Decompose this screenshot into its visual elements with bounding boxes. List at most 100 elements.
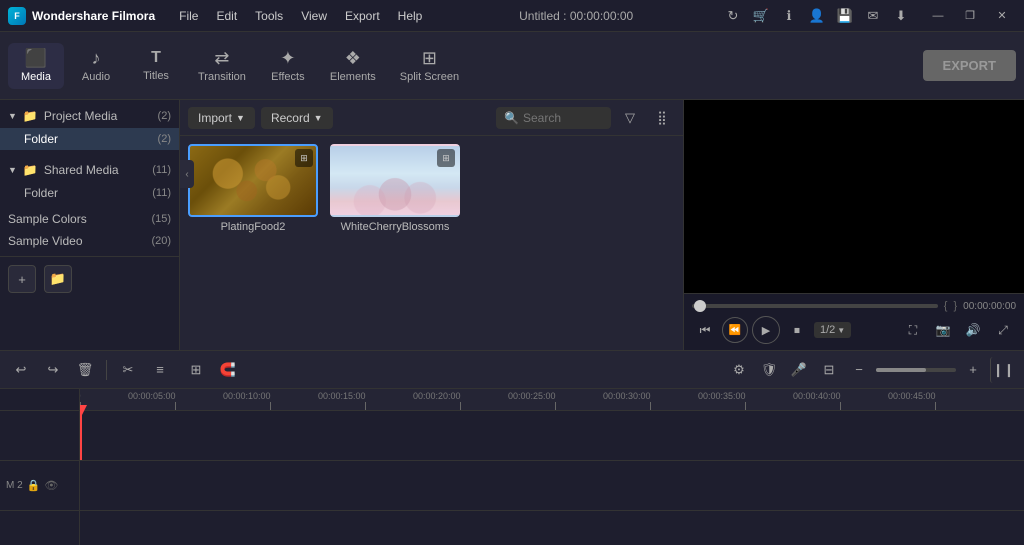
preview-controls: { } 00:00:00:00 ⏮ ⏪ ▶ ⏹ 1/2 ▼ ⛶ 📷 🔊 ⤢ [684,293,1024,350]
import-label: Import [198,111,232,125]
prev-frame-button[interactable]: ⏮ [692,317,718,343]
chevron-down-icon: ▼ [8,111,17,121]
shield-icon[interactable]: 🛡 [756,357,782,383]
export-button[interactable]: EXPORT [923,50,1016,81]
filter-button[interactable]: ▽ [617,105,643,131]
mail-icon[interactable]: ✉ [862,5,884,27]
shared-media-count: (11) [152,164,171,176]
shared-media-label: Shared Media [44,163,119,177]
lock-icon[interactable]: 🔒 [27,479,41,492]
overlay-icon[interactable]: ⊟ [816,357,842,383]
zoom-out-icon[interactable]: − [846,357,872,383]
step-back-button[interactable]: ⏪ [722,317,748,343]
food-thumbnail[interactable]: ⊞ [188,144,318,217]
shared-folder-label: Folder [24,186,58,200]
new-folder-button[interactable]: 📁 [44,265,72,293]
redo-button[interactable]: ↪ [40,357,66,383]
media-toolbar: Import ▼ Record ▼ 🔍 ▽ ⣿ [180,100,683,136]
cherry-thumbnail[interactable]: ⊞ [330,144,460,217]
tab-titles[interactable]: T Titles [128,44,184,88]
media-label: Media [21,71,51,83]
info-icon[interactable]: ℹ [778,5,800,27]
sidebar-group-shared: ▼ 📁 Shared Media (11) Folder (11) [0,154,179,208]
sync-icon[interactable]: ↻ [722,5,744,27]
menu-view[interactable]: View [293,6,335,26]
volume-button[interactable]: 🔊 [960,317,986,343]
eye-icon[interactable]: 👁 [44,479,58,492]
cart-icon[interactable]: 🛒 [750,5,772,27]
search-input[interactable] [523,111,603,125]
minimize-button[interactable]: — [924,6,952,26]
download-icon[interactable]: ⬇ [890,5,912,27]
more-tools-button[interactable]: ≡ [147,357,173,383]
maximize-button[interactable]: ❐ [956,6,984,26]
menu-export[interactable]: Export [337,6,388,26]
ruler-mark-4: 00:00:20:00 [460,402,461,410]
fullscreen-button[interactable]: ⛶ [900,317,926,343]
zoom-slider[interactable] [876,368,956,372]
import-dropdown[interactable]: Import ▼ [188,107,255,129]
add-media-button[interactable]: + [8,265,36,293]
media-item-food[interactable]: ⊞ PlatingFood2 [188,144,318,342]
menu-edit[interactable]: Edit [208,6,245,26]
undo-button[interactable]: ↩ [8,357,34,383]
tab-elements[interactable]: ❖ Elements [320,43,386,89]
grid-view-button[interactable]: ⣿ [649,105,675,131]
speed-selector[interactable]: 1/2 ▼ [814,322,851,338]
stop-button[interactable]: ⏹ [784,317,810,343]
media-icon: ⬛ [25,49,47,67]
record-dropdown[interactable]: Record ▼ [261,107,333,129]
play-button[interactable]: ▶ [752,316,780,344]
settings-icon[interactable]: ⚙ [726,357,752,383]
sidebar-actions: + 📁 [0,256,179,301]
zoom-track [876,368,956,372]
add-track-button[interactable]: ⊞ [183,357,209,383]
sidebar-item-folder-project[interactable]: Folder (2) [0,128,179,150]
media-item-cherry[interactable]: ⊞ WhiteCherryBlossoms [330,144,460,342]
sample-video-count: (20) [151,235,171,247]
tab-splitscreen[interactable]: ⊞ Split Screen [390,43,469,89]
menu-tools[interactable]: Tools [247,6,291,26]
sidebar-item-sample-video[interactable]: Sample Video (20) [0,230,179,252]
cherry-corner-icon: ⊞ [437,149,455,167]
titles-label: Titles [143,70,169,82]
folder-icon: 📁 [23,109,38,123]
zoom-fill [876,368,926,372]
sidebar-item-folder-shared[interactable]: Folder (11) [0,182,179,204]
tab-effects[interactable]: ✦ Effects [260,43,316,89]
snapshot-button[interactable]: 📷 [930,317,956,343]
delete-button[interactable]: 🗑 [72,357,98,383]
mic-icon[interactable]: 🎤 [786,357,812,383]
preview-bracket-open: { [944,300,948,312]
splitscreen-icon: ⊞ [422,49,437,67]
user-icon[interactable]: 👤 [806,5,828,27]
tab-transition[interactable]: ⇄ Transition [188,43,256,89]
ruler-mark-7: 00:00:35:00 [745,402,746,410]
track-num: M 2 [6,480,23,491]
search-box: 🔍 [496,107,611,129]
cut-button[interactable]: ✂ [115,357,141,383]
ruler-mark-1: 00:00:05:00 [175,402,176,410]
sidebar-group-shared-header[interactable]: ▼ 📁 Shared Media (11) [0,158,179,182]
track-labels: M 2 🔒 👁 [0,389,80,545]
tab-media[interactable]: ⬛ Media [8,43,64,89]
media-grid: ⊞ PlatingFood2 ⊞ WhiteCherryBlossoms [180,136,683,350]
playhead[interactable] [80,411,82,460]
menu-file[interactable]: File [171,6,206,26]
folder-count: (2) [158,133,171,145]
preview-panel: { } 00:00:00:00 ⏮ ⏪ ▶ ⏹ 1/2 ▼ ⛶ 📷 🔊 ⤢ [684,100,1024,350]
preview-slider-row: { } 00:00:00:00 [692,300,1016,312]
zoom-in-icon[interactable]: + [960,357,986,383]
tab-audio[interactable]: ♪ Audio [68,43,124,89]
menu-help[interactable]: Help [390,6,431,26]
close-button[interactable]: ✕ [988,6,1016,26]
sidebar-group-project-header[interactable]: ▼ 📁 Project Media (2) [0,104,179,128]
food-label: PlatingFood2 [221,221,286,233]
magnetic-button[interactable]: 🧲 [215,357,241,383]
save-icon[interactable]: 💾 [834,5,856,27]
pause-icon[interactable]: ❙❙ [990,357,1016,383]
sidebar-item-sample-colors[interactable]: Sample Colors (15) [0,208,179,230]
content-area: ▼ 📁 Project Media (2) Folder (2) ▼ 📁 Sha… [0,100,1024,350]
preview-slider[interactable] [692,304,938,308]
more-preview-button[interactable]: ⤢ [990,317,1016,343]
